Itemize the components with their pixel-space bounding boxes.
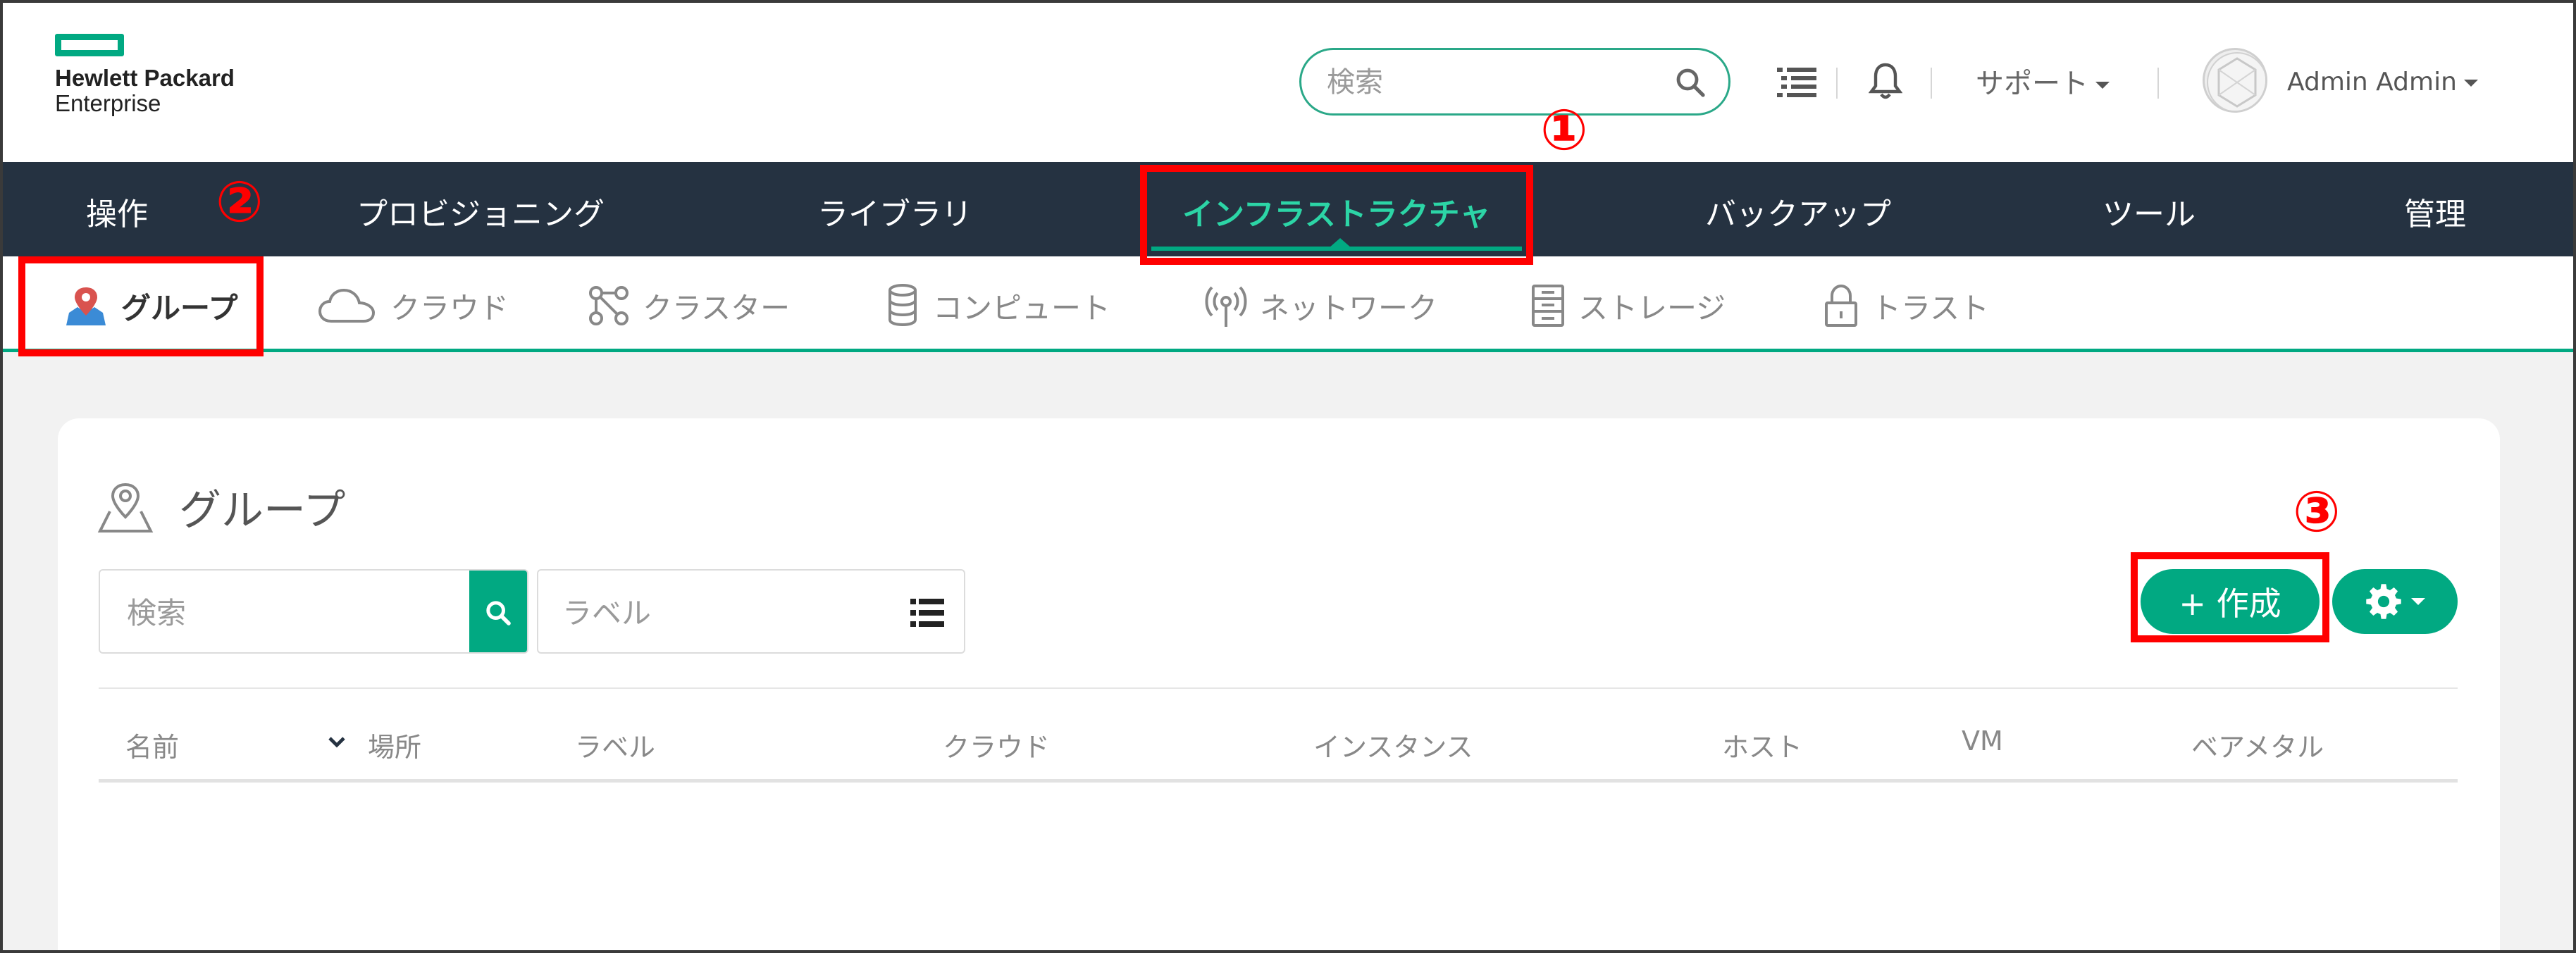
cluster-icon: [589, 286, 628, 325]
label-filter[interactable]: [537, 569, 965, 654]
search-icon: [486, 601, 511, 625]
label-filter-input[interactable]: [562, 593, 872, 633]
annotation-marker-2: ②: [216, 169, 264, 235]
column-header-clouds[interactable]: クラウド: [943, 725, 1050, 764]
subnav-label: ネットワーク: [1260, 290, 1438, 325]
annotation-box-groups: [18, 256, 264, 356]
search-icon[interactable]: [1673, 66, 1707, 102]
column-header-instances[interactable]: インスタンス: [1313, 725, 1473, 764]
annotation-box-infrastructure: [1140, 165, 1533, 265]
sort-chevron-icon[interactable]: [327, 735, 347, 751]
user-name: Admin Admin: [2287, 68, 2457, 96]
database-icon: [888, 284, 917, 327]
settings-dropdown-button[interactable]: [2332, 569, 2458, 634]
nav-item-tools[interactable]: ツール: [2103, 189, 2196, 234]
subnav-label: クラスター: [643, 290, 791, 325]
subnav-item-compute[interactable]: コンピュート: [885, 284, 1111, 327]
nav-item-operations[interactable]: 操作: [86, 189, 148, 234]
nav-item-administration[interactable]: 管理: [2404, 189, 2466, 234]
hpe-logo-mark: [55, 34, 124, 56]
column-header-vms[interactable]: VM: [1962, 725, 2003, 756]
chevron-down-icon: [2411, 598, 2425, 605]
subnav-item-clouds[interactable]: クラウド: [317, 285, 509, 327]
antenna-icon: [1205, 286, 1247, 327]
column-header-bare-metal[interactable]: ベアメタル: [2191, 725, 2324, 764]
page-title: グループ: [97, 476, 345, 537]
global-search-input[interactable]: [1327, 63, 1665, 102]
subnav-label: クラウド: [390, 290, 509, 325]
column-header-location[interactable]: 場所: [368, 725, 421, 764]
chevron-down-icon: [2463, 80, 2478, 87]
global-search[interactable]: [1299, 48, 1730, 116]
header-separator: [1931, 68, 1932, 99]
subnav-item-storage[interactable]: ストレージ: [1530, 285, 1726, 327]
page-title-text: グループ: [179, 486, 346, 535]
annotation-box-create: [2131, 552, 2329, 642]
list-icon[interactable]: [910, 597, 944, 631]
avatar[interactable]: [2203, 48, 2267, 113]
groups-card: [58, 418, 2500, 950]
subnav-item-trust[interactable]: トラスト: [1823, 284, 1990, 327]
hpe-logo[interactable]: Hewlett Packard Enterprise: [55, 34, 235, 116]
user-menu[interactable]: Admin Admin: [2287, 68, 2478, 96]
cloud-icon: [318, 288, 376, 323]
logo-text-line1: Hewlett Packard: [55, 65, 235, 91]
table-header-divider: [99, 779, 2458, 783]
sub-nav: グループ クラウド クラスター コンピュート ネットワーク ストレージ トラスト: [3, 256, 2573, 352]
list-icon[interactable]: [1777, 65, 1816, 101]
nav-item-backup[interactable]: バックアップ: [1705, 189, 1891, 234]
subnav-item-network[interactable]: ネットワーク: [1205, 285, 1437, 327]
column-header-hosts[interactable]: ホスト: [1722, 725, 1802, 764]
storage-icon: [1532, 285, 1564, 327]
annotation-marker-3: ③: [2293, 479, 2341, 544]
support-menu[interactable]: サポート: [1976, 61, 2110, 101]
nav-item-provisioning[interactable]: プロビジョニング: [357, 189, 605, 234]
subnav-label: トラスト: [1871, 290, 1990, 325]
group-search-button[interactable]: [469, 571, 527, 652]
top-header: Hewlett Packard Enterprise サポート Admin Ad…: [3, 3, 2573, 162]
group-search[interactable]: [99, 569, 528, 654]
subnav-label: コンピュート: [933, 290, 1111, 325]
nav-item-library[interactable]: ライブラリ: [817, 189, 972, 234]
app-frame: Hewlett Packard Enterprise サポート Admin Ad…: [0, 0, 2576, 953]
map-pin-outline-icon: [97, 482, 154, 532]
chevron-down-icon: [2095, 82, 2110, 89]
lock-icon: [1825, 284, 1857, 327]
subnav-label: ストレージ: [1578, 290, 1726, 325]
table-divider: [99, 687, 2458, 689]
support-label: サポート: [1976, 68, 2088, 100]
column-header-name[interactable]: 名前: [125, 725, 179, 764]
group-search-input[interactable]: [127, 593, 423, 633]
logo-text-line2: Enterprise: [55, 90, 161, 116]
subnav-item-clusters[interactable]: クラスター: [588, 285, 790, 327]
gear-icon: [2366, 584, 2401, 619]
header-separator: [1836, 68, 1838, 99]
annotation-marker-1: ①: [1540, 97, 1588, 163]
header-separator: [2157, 68, 2159, 99]
bell-icon[interactable]: [1868, 62, 1903, 104]
column-header-labels[interactable]: ラベル: [575, 725, 655, 764]
